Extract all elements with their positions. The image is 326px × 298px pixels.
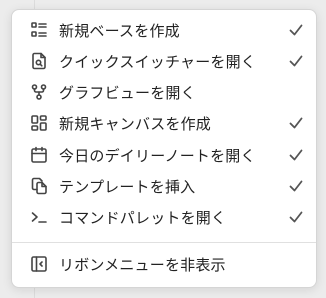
file-search-icon [30, 52, 48, 70]
check-icon [288, 147, 304, 163]
menu-item-label: 新規キャンバスを作成 [59, 114, 212, 133]
menu-item-daily-note[interactable]: 今日のデイリーノートを開く [17, 141, 311, 169]
layout-dashboard-icon [30, 114, 48, 132]
menu-item-quick-switcher[interactable]: クイックスイッチャーを開く [17, 47, 311, 75]
menu-item-label: 新規ベースを作成 [59, 21, 180, 40]
menu-separator [12, 242, 316, 243]
calendar-icon [30, 146, 48, 164]
menu-item-label: テンプレートを挿入 [59, 177, 196, 196]
check-icon [288, 53, 304, 69]
git-fork-icon [30, 83, 48, 101]
menu-item-command-palette[interactable]: コマンドパレットを開く [17, 203, 311, 231]
menu-item-new-canvas[interactable]: 新規キャンバスを作成 [17, 109, 311, 137]
check-icon [288, 209, 304, 225]
check-icon [288, 22, 304, 38]
list-icon [30, 21, 48, 39]
menu-item-label: グラフビューを開く [59, 83, 196, 102]
files-icon [30, 177, 48, 195]
menu-item-label: コマンドパレットを開く [59, 208, 227, 227]
ribbon-context-menu: 新規ベースを作成 クイックスイッチャーを開く グラフビューを開く 新規キャンバス… [11, 9, 317, 288]
check-icon [288, 115, 304, 131]
menu-item-label: リボンメニューを非表示 [59, 255, 226, 274]
menu-item-insert-template[interactable]: テンプレートを挿入 [17, 172, 311, 200]
menu-item-label: クイックスイッチャーを開く [59, 52, 257, 71]
menu-item-graph-view[interactable]: グラフビューを開く [17, 78, 311, 106]
panel-left-close-icon [30, 255, 48, 273]
menu-item-hide-ribbon[interactable]: リボンメニューを非表示 [17, 250, 311, 278]
terminal-icon [30, 208, 48, 226]
menu-item-label: 今日のデイリーノートを開く [59, 146, 256, 165]
menu-item-new-base[interactable]: 新規ベースを作成 [17, 16, 311, 44]
check-icon [288, 178, 304, 194]
